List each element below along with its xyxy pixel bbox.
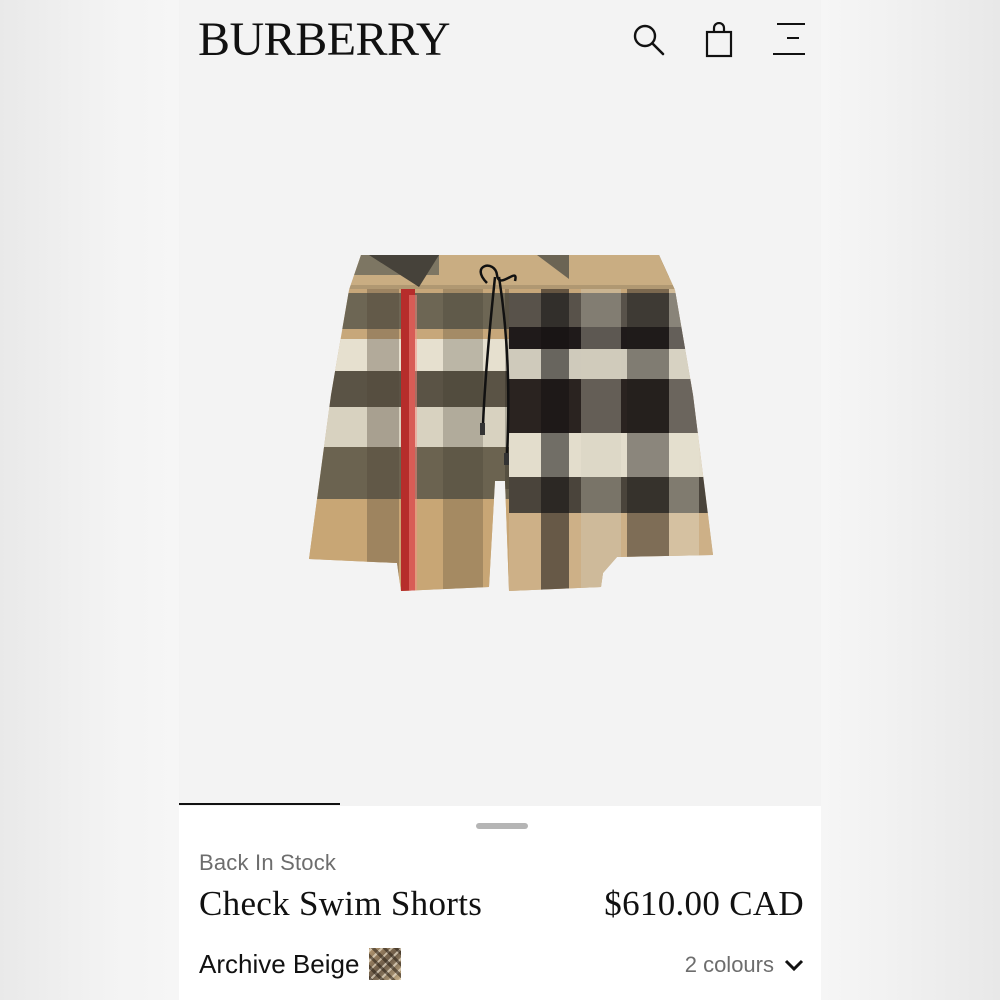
selected-colour: Archive Beige <box>199 948 402 980</box>
colour-options-toggle[interactable]: 2 colours <box>685 952 804 978</box>
colours-count-label: 2 colours <box>684 952 774 977</box>
carousel-progress-fill <box>179 803 340 805</box>
menu-icon <box>773 23 805 55</box>
colour-swatch[interactable] <box>369 948 402 980</box>
backdrop-left <box>0 0 179 1000</box>
colour-name: Archive Beige <box>199 948 360 979</box>
brand-logo[interactable]: BURBERRY <box>198 12 451 68</box>
shopping-bag-button[interactable] <box>699 20 739 60</box>
product-price: $610.00 CAD <box>604 884 804 923</box>
carousel-progress-bar <box>179 803 821 805</box>
product-image-check-swim-shorts <box>309 255 713 591</box>
sheet-drag-handle[interactable] <box>476 823 528 829</box>
product-details-sheet[interactable]: Back In Stock Check Swim Shorts $610.00 … <box>179 806 821 1000</box>
chevron-down-icon <box>784 959 804 972</box>
product-title: Check Swim Shorts <box>199 884 483 923</box>
search-button[interactable] <box>629 20 669 60</box>
top-navigation-bar: BURBERRY <box>179 0 821 80</box>
product-page: BURBERRY Back In Stock Check Swim Shorts… <box>179 0 821 1000</box>
stock-status: Back In Stock <box>199 850 337 875</box>
product-image-carousel[interactable] <box>179 80 821 804</box>
menu-button[interactable] <box>769 20 809 60</box>
search-icon <box>633 24 665 56</box>
backdrop-right <box>821 0 1000 1000</box>
shopping-bag-icon <box>705 22 733 58</box>
